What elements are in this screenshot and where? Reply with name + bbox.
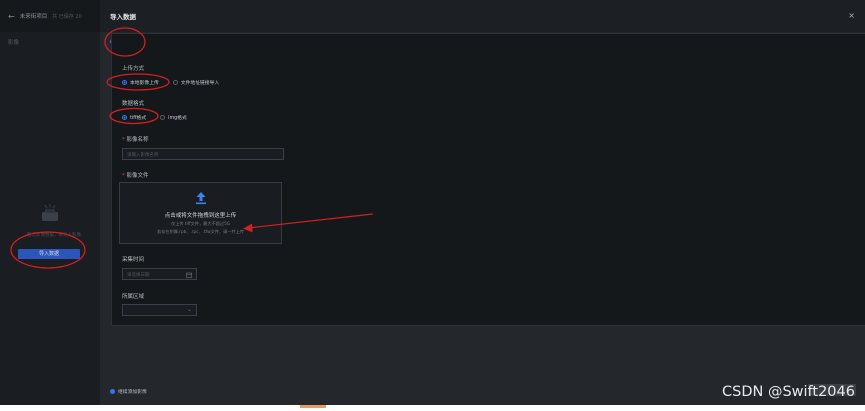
radio-icon[interactable] [172,80,178,85]
data-format-tiff[interactable]: tiff格式 [122,114,146,121]
section-label: 影像 [8,40,20,46]
capture-time-label: 采集时间 [122,257,145,263]
upload-hint-sidecar: 若存在附属.rpb、.rpc、.tfw文件，请一并上传 [157,229,244,234]
image-file-label: * 影像文件 [122,171,149,179]
empty-state-text: 暂无影像数据，请导入影像 [27,233,81,238]
image-name-input[interactable]: 请输入影像名称 [122,148,284,160]
radio-icon[interactable] [122,80,127,85]
form-panel: 上传方式 本地影像上传 文件地址链接导入 数据格式 tiff格式 img格式 *… [111,33,865,326]
scroll-indicator [300,405,326,408]
data-format-label: 数据格式 [122,101,145,107]
image-name-label-text: 影像名称 [126,137,149,143]
app-frame: ← 未来街项目 共 已保存 20 影像 暂无影像数据，请导入影像 导入数据 导入… [0,0,865,405]
radio-icon[interactable] [160,115,166,120]
upload-icon [196,192,206,205]
upload-method-label: 上传方式 [122,66,145,72]
radio-icon[interactable] [122,115,127,120]
empty-box-icon [42,204,58,221]
upload-hint-size: 仅上传 tiff文件，最大不超过5G [171,221,230,226]
bottom-strip [0,405,865,411]
background-app-panel: ← 未来街项目 共 已保存 20 影像 暂无影像数据，请导入影像 导入数据 [0,0,100,405]
continue-adding-label: 继续添加影像 [118,390,147,395]
region-select[interactable]: ⌄ [122,304,197,316]
file-upload-dropzone[interactable]: 点击或将文件拖拽到这里上传 仅上传 tiff文件，最大不超过5G 若存在附属.r… [119,182,282,244]
upload-method-option-label: 文件地址链接导入 [180,81,220,86]
required-mark: * [122,137,125,143]
import-dialog: 导入数据 × 影像数据 矢量数据 数据集 仅支持在开放影像类型使用 上传方式 [100,0,865,405]
upload-method-local[interactable]: 本地影像上传 [122,79,159,86]
chevron-down-icon: ⌄ [186,306,192,313]
close-icon[interactable]: × [848,11,855,20]
required-mark: * [122,173,125,179]
dialog-header: 导入数据 [100,0,865,32]
upload-method-link[interactable]: 文件地址链接导入 [172,79,220,86]
continue-adding-checkbox[interactable]: 继续添加影像 [110,388,147,395]
project-subtitle: 共 已保存 20 [52,13,82,20]
project-name: 未来街项目 [19,14,48,20]
data-format-options: tiff格式 img格式 [122,114,187,121]
data-format-img[interactable]: img格式 [160,114,187,121]
region-label: 所属区域 [122,294,145,300]
checkbox-icon[interactable] [110,389,115,394]
upload-method-options: 本地影像上传 文件地址链接导入 [122,79,219,86]
background-app-header: ← 未来街项目 共 已保存 20 [0,0,100,32]
dialog-title: 导入数据 [110,13,136,21]
image-name-placeholder: 请输入影像名称 [127,153,159,158]
image-file-label-text: 影像文件 [126,173,149,179]
image-name-label: * 影像名称 [122,135,149,143]
data-format-option-label: img格式 [168,116,187,121]
calendar-icon [186,272,192,278]
upload-instruction: 点击或将文件拖拽到这里上传 [164,213,237,219]
import-data-button[interactable]: 导入数据 [18,249,80,259]
back-arrow-icon[interactable]: ← [8,12,15,21]
data-format-option-label: tiff格式 [130,116,147,121]
upload-method-option-label: 本地影像上传 [130,81,159,86]
capture-time-picker[interactable]: 请选择日期 [122,268,197,280]
capture-time-placeholder: 请选择日期 [127,273,150,278]
watermark-text: CSDN @Swift2046 [722,384,855,400]
